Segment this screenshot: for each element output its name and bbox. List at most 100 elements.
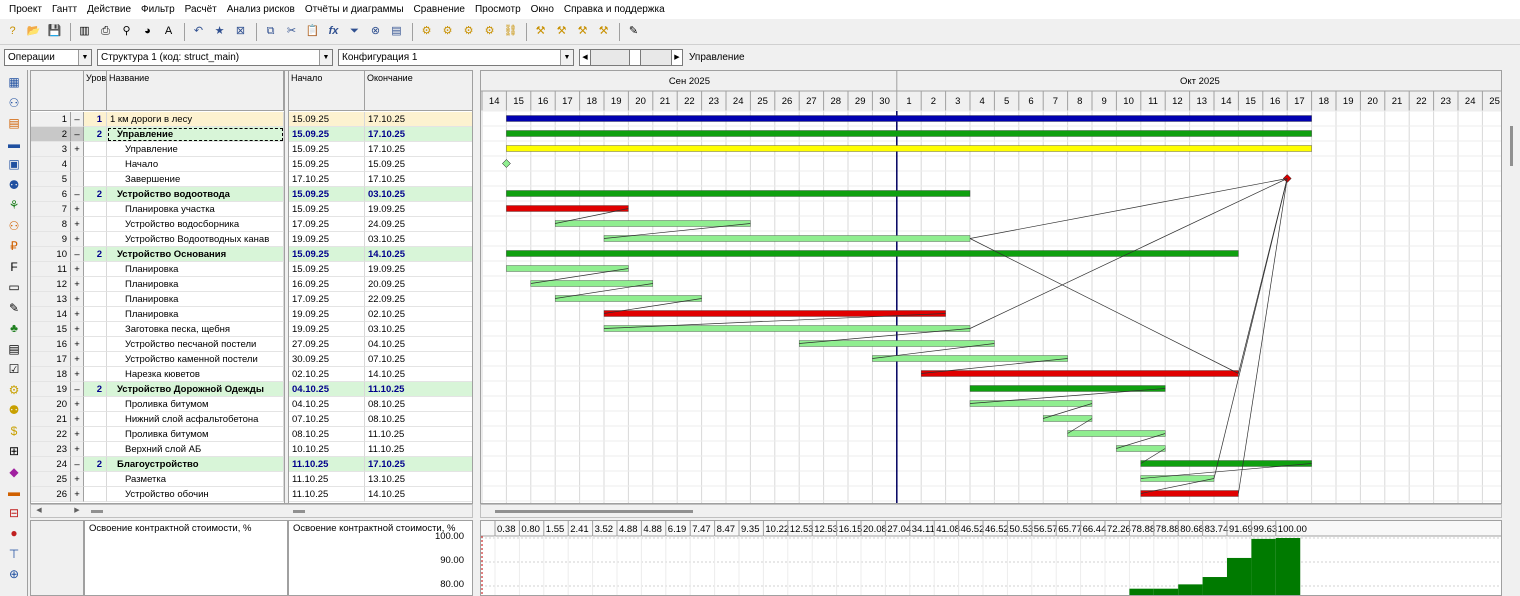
link-icon[interactable]: ⛓ (501, 22, 520, 41)
filter-funnel-icon[interactable]: ⚲ (117, 22, 136, 41)
task-end[interactable]: 02.10.25 (365, 307, 472, 322)
task-name[interactable]: Устройство Основания (107, 247, 284, 262)
menu-item[interactable]: Отчёты и диаграммы (300, 0, 409, 19)
scroll-thumb[interactable] (1510, 126, 1513, 166)
task-start[interactable]: 15.09.25 (289, 262, 365, 277)
task-end[interactable]: 11.10.25 (365, 442, 472, 457)
task-end[interactable]: 17.10.25 (365, 142, 472, 157)
expand-toggle[interactable]: + (71, 232, 84, 247)
task-start[interactable]: 15.09.25 (289, 247, 365, 262)
expand-toggle[interactable]: – (71, 457, 84, 472)
workers-view-icon[interactable]: ⚇ (3, 216, 25, 236)
task-end[interactable]: 03.10.25 (365, 187, 472, 202)
scroll-thumb[interactable] (293, 510, 305, 513)
task-start[interactable]: 15.09.25 (289, 142, 365, 157)
menu-item[interactable]: Окно (526, 0, 559, 19)
bottom-vertical-scrollbar[interactable] (1503, 520, 1520, 596)
task-start[interactable]: 04.10.25 (289, 397, 365, 412)
table-row[interactable]: 24–2 Благоустройство 11.10.25 17.10.25 (31, 457, 472, 472)
task-bar[interactable] (506, 130, 1312, 137)
view-select[interactable]: Операции ▼ (4, 48, 92, 66)
task-end[interactable]: 20.09.25 (365, 277, 472, 292)
task-name[interactable]: Управление (107, 142, 284, 157)
expand-toggle[interactable]: + (71, 487, 84, 502)
task-start[interactable]: 17.09.25 (289, 217, 365, 232)
task-name[interactable]: Разметка (107, 472, 284, 487)
task-start[interactable]: 30.09.25 (289, 352, 365, 367)
task-bar[interactable] (1067, 430, 1166, 437)
hierarchy-icon[interactable]: ⊟ (3, 503, 25, 523)
task-start[interactable]: 17.10.25 (289, 172, 365, 187)
report-icon[interactable]: ✎ (624, 22, 643, 41)
task-end[interactable]: 17.10.25 (365, 457, 472, 472)
task-end[interactable]: 11.10.25 (365, 427, 472, 442)
task-name[interactable]: Планировка (107, 277, 284, 292)
doc-list-icon[interactable]: ▤ (3, 339, 25, 359)
settings-2-icon[interactable]: ⚒ (552, 22, 571, 41)
resource-2-icon[interactable]: ⚙ (438, 22, 457, 41)
task-start[interactable]: 07.10.25 (289, 412, 365, 427)
task-bar[interactable] (603, 235, 971, 242)
checklist-icon[interactable]: ☑ (3, 359, 25, 379)
table-row[interactable]: 12 + Планировка 16.09.25 20.09.25 (31, 277, 472, 292)
scroll-right-icon[interactable]: ▶ (71, 505, 83, 517)
table-row[interactable]: 10–2 Устройство Основания 15.09.25 14.10.25 (31, 247, 472, 262)
star-icon[interactable]: ★ (210, 22, 229, 41)
table-row[interactable]: 25 + Разметка 11.10.25 13.10.25 (31, 472, 472, 487)
paste-icon[interactable]: 📋 (303, 22, 322, 41)
progress-bar[interactable] (1251, 538, 1276, 596)
milestone[interactable] (502, 159, 511, 168)
table-row[interactable]: 8 + Устройство водосборника 17.09.25 24.09.2… (31, 217, 472, 232)
task-start[interactable]: 19.09.25 (289, 322, 365, 337)
bars-2-icon[interactable]: ▬ (3, 482, 25, 502)
menu-item[interactable]: Гантт (47, 0, 82, 19)
resource-3-icon[interactable]: ⚙ (459, 22, 478, 41)
task-name[interactable]: Нижний слой асфальтобетона (107, 412, 284, 427)
progress-bar[interactable] (1153, 588, 1179, 596)
task-name[interactable]: Устройство водосборника (107, 217, 284, 232)
expand-toggle[interactable]: + (71, 322, 84, 337)
task-name[interactable]: Начало (107, 157, 284, 172)
table-row[interactable]: 23 + Верхний слой АБ 10.10.25 11.10.25 (31, 442, 472, 457)
table-row[interactable]: 21 + Нижний слой асфальтобетона 07.10.25 08.… (31, 412, 472, 427)
task-end[interactable]: 24.09.25 (365, 217, 472, 232)
task-bar[interactable] (506, 115, 1312, 122)
expand-toggle[interactable]: – (71, 382, 84, 397)
table-row[interactable]: 1–1 1 км дороги в лесу 15.09.25 17.10.25 (31, 112, 472, 127)
bars-view-icon[interactable]: ▬ (3, 134, 25, 154)
formula-icon[interactable]: fx (324, 22, 343, 41)
menu-item[interactable]: Сравнение (409, 0, 470, 19)
table-row[interactable]: 19–2 Устройство Дорожной Одежды 04.10.25 11… (31, 382, 472, 397)
expand-toggle[interactable]: + (71, 397, 84, 412)
task-name[interactable]: Проливка битумом (107, 427, 284, 442)
menu-item[interactable]: Расчёт (180, 0, 222, 19)
structure-select[interactable]: Структура 1 (код: struct_main) ▼ (97, 48, 333, 66)
expand-toggle[interactable]: + (71, 337, 84, 352)
expand-toggle[interactable]: – (71, 127, 84, 142)
fsc-icon[interactable]: F (3, 257, 25, 277)
task-start[interactable]: 16.09.25 (289, 277, 365, 292)
task-name[interactable]: Устройство обочин (107, 487, 284, 502)
task-name[interactable]: Верхний слой АБ (107, 442, 284, 457)
gantt-view-icon[interactable]: ▦ (3, 72, 25, 92)
task-end[interactable]: 13.10.25 (365, 472, 472, 487)
task-bar[interactable] (506, 265, 629, 272)
menu-item[interactable]: Фильтр (136, 0, 180, 19)
task-name[interactable]: Управление (107, 127, 284, 142)
expand-toggle[interactable]: + (71, 412, 84, 427)
progress-bar[interactable] (1178, 584, 1203, 596)
task-bar[interactable] (921, 370, 1239, 377)
chart-icon[interactable]: ◕ (138, 22, 157, 41)
table-row[interactable]: 3 + Управление 15.09.25 17.10.25 (31, 142, 472, 157)
help-icon[interactable]: ? (3, 22, 22, 41)
task-bar[interactable] (799, 340, 995, 347)
task-start[interactable]: 11.10.25 (289, 457, 365, 472)
delete-icon[interactable]: ⊗ (366, 22, 385, 41)
table-row[interactable]: 22 + Проливка битумом 08.10.25 11.10.25 (31, 427, 472, 442)
font-icon[interactable]: A (159, 22, 178, 41)
undo-icon[interactable]: ↶ (189, 22, 208, 41)
structure-icon[interactable]: ⊞ (3, 441, 25, 461)
progress-bar[interactable] (1202, 577, 1227, 596)
expand-toggle[interactable]: + (71, 142, 84, 157)
task-name[interactable]: Планировка участка (107, 202, 284, 217)
